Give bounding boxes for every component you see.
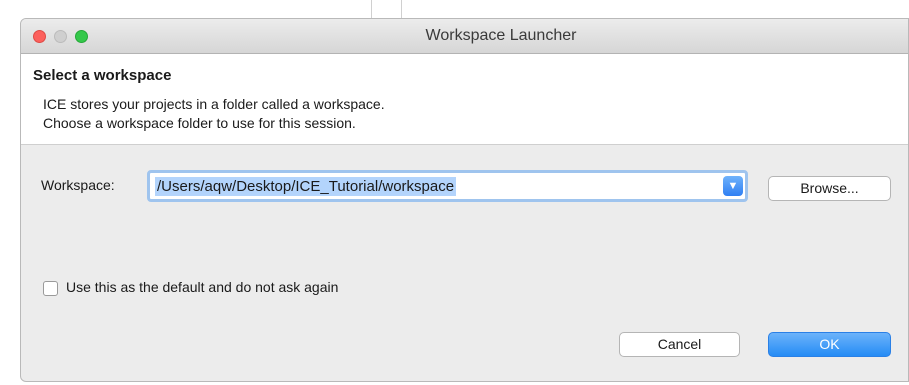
workspace-path-input[interactable]: /Users/aqw/Desktop/ICE_Tutorial/workspac…: [155, 177, 457, 196]
dialog-description-line: ICE stores your projects in a folder cal…: [43, 96, 385, 112]
title-bar[interactable]: Workspace Launcher: [21, 19, 908, 54]
minimize-window-icon[interactable]: [54, 30, 67, 43]
window-title: Workspace Launcher: [425, 27, 577, 44]
workspace-label: Workspace:: [41, 177, 115, 193]
workspace-launcher-window: Workspace Launcher Select a workspace IC…: [20, 18, 909, 382]
cancel-button[interactable]: Cancel: [619, 332, 740, 357]
background-divider: [371, 0, 372, 18]
workspace-combobox[interactable]: /Users/aqw/Desktop/ICE_Tutorial/workspac…: [147, 170, 748, 202]
default-workspace-checkbox-label[interactable]: Use this as the default and do not ask a…: [66, 279, 338, 295]
default-workspace-checkbox[interactable]: [43, 281, 58, 296]
background-divider: [401, 0, 402, 18]
dialog-description-line: Choose a workspace folder to use for thi…: [43, 115, 356, 131]
chevron-down-icon[interactable]: ▼: [723, 176, 743, 196]
ok-button[interactable]: OK: [768, 332, 891, 357]
zoom-window-icon[interactable]: [75, 30, 88, 43]
close-window-icon[interactable]: [33, 30, 46, 43]
dialog-header: Select a workspace ICE stores your proje…: [21, 54, 908, 145]
dialog-heading: Select a workspace: [33, 67, 172, 84]
browse-button[interactable]: Browse...: [768, 176, 891, 201]
